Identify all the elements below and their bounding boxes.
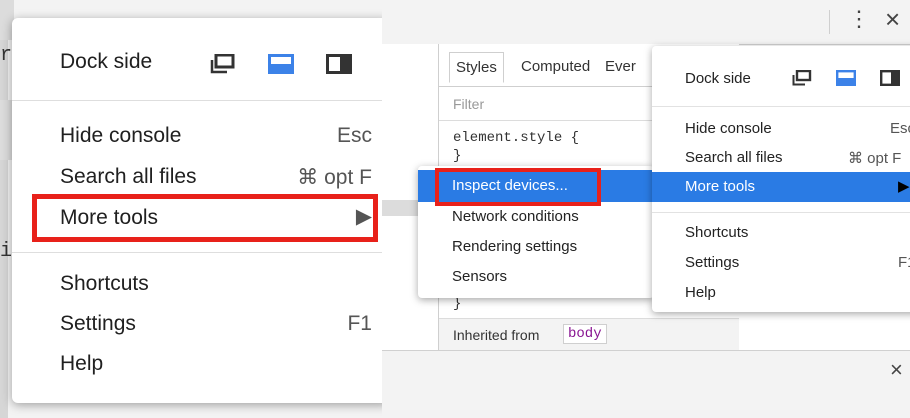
menu-separator — [12, 100, 382, 101]
search-all-files-item[interactable]: Search all files — [685, 149, 783, 166]
left-panel: r i Dock side Hide console Esc Search al… — [0, 0, 382, 418]
dock-bottom-icon[interactable] — [836, 70, 857, 91]
toolbar-divider — [829, 10, 830, 34]
edge-char-top: r — [0, 44, 13, 67]
shortcuts-item[interactable]: Shortcuts — [60, 272, 149, 296]
help-item[interactable]: Help — [685, 284, 716, 301]
hide-console-item[interactable]: Hide console — [60, 124, 181, 148]
search-all-files-shortcut: ⌘ opt F — [848, 150, 902, 167]
style-rule-close: } — [453, 296, 462, 312]
undock-icon[interactable] — [210, 53, 236, 74]
rendering-settings-item[interactable]: Rendering settings — [452, 238, 577, 255]
dock-bottom-icon[interactable] — [268, 54, 294, 74]
kebab-menu-icon[interactable]: ⋮ — [848, 6, 870, 32]
settings-shortcut: F1 — [898, 254, 910, 271]
sensors-item[interactable]: Sensors — [452, 268, 507, 285]
dock-right-icon[interactable] — [880, 70, 901, 91]
inherited-row: Inherited from body — [439, 318, 739, 351]
style-rule-close: } — [453, 148, 462, 164]
menu-separator — [12, 252, 382, 253]
tab-event-listeners[interactable]: Ever — [599, 52, 642, 81]
devtools-toolbar: ⋮ × — [382, 0, 910, 45]
network-conditions-item[interactable]: Network conditions — [452, 208, 579, 225]
search-all-files-item[interactable]: Search all files — [60, 165, 197, 189]
filter-input[interactable]: Filter — [453, 96, 484, 112]
menu-separator — [652, 212, 910, 213]
menu-separator — [652, 106, 910, 107]
dock-side-label: Dock side — [60, 50, 153, 73]
drawer-close-icon[interactable]: × — [890, 357, 903, 383]
style-rule-selector: element.style { — [453, 130, 580, 146]
search-all-files-shortcut: ⌘ opt F — [297, 166, 372, 189]
hide-console-item[interactable]: Hide console — [685, 120, 772, 137]
tab-computed[interactable]: Computed — [515, 52, 596, 81]
dock-side-label: Dock side — [685, 70, 751, 87]
settings-shortcut: F1 — [347, 312, 372, 335]
hide-console-shortcut: Esc — [890, 120, 910, 137]
shortcuts-item[interactable]: Shortcuts — [685, 224, 748, 241]
inherited-tag[interactable]: body — [563, 324, 607, 344]
edge-char-mid: i — [0, 240, 13, 263]
console-drawer-bar: × — [382, 350, 910, 418]
submenu-arrow-icon: ▶ — [898, 178, 910, 195]
undock-icon[interactable] — [792, 69, 812, 91]
right-panel: ⋮ × Styles Computed Ever Filter element.… — [382, 0, 910, 418]
settings-item[interactable]: Settings — [685, 254, 739, 271]
help-item[interactable]: Help — [60, 352, 103, 376]
dock-right-icon[interactable] — [326, 54, 352, 74]
highlight-outline — [435, 168, 601, 206]
highlight-outline — [32, 194, 378, 242]
tab-styles[interactable]: Styles — [449, 52, 504, 83]
inherited-label: Inherited from — [453, 327, 540, 343]
settings-item[interactable]: Settings — [60, 312, 136, 336]
devtools-menu-small: Dock side Hide console Esc Search all fi… — [652, 46, 910, 312]
hide-console-shortcut: Esc — [336, 124, 372, 147]
more-tools-item[interactable]: More tools — [685, 178, 755, 195]
close-icon[interactable]: × — [885, 4, 900, 35]
